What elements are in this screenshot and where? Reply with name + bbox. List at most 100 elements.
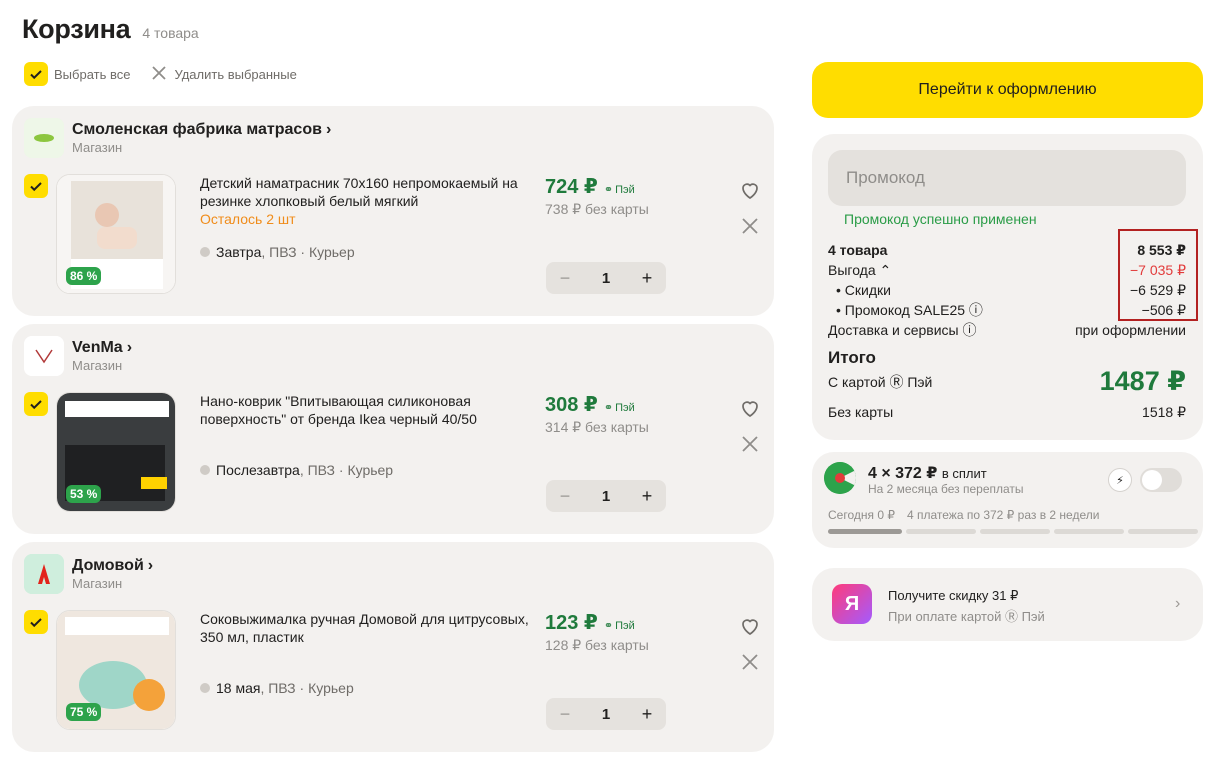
store-card: Домовой › Магазин 75 % Соковыжималка ручн…	[12, 542, 774, 752]
heart-icon[interactable]	[738, 614, 762, 638]
delivery-day: Послезавтра	[216, 462, 300, 478]
decrease-button[interactable]: −	[556, 705, 574, 723]
chevron-right-icon: ›	[126, 339, 133, 356]
highlight-box	[1118, 229, 1198, 321]
store-name-link[interactable]: Домовой ›	[72, 557, 153, 575]
card-discount-banner[interactable]: Я Получите скидку 31 ₽ При оплате картой…	[812, 568, 1203, 641]
store-type: Магазин	[72, 576, 123, 591]
price-without-card: 738 ₽ без карты	[545, 201, 649, 217]
store-name-link[interactable]: VenMa ›	[72, 339, 132, 357]
order-summary: Промокод успешно применен 4 товара 8 553…	[812, 134, 1203, 440]
chevron-right-icon: ›	[325, 121, 332, 138]
delivery-value: при оформлении	[1075, 322, 1186, 338]
store-logo[interactable]	[24, 554, 64, 594]
store-logo[interactable]	[24, 336, 64, 376]
pay-badge: ⚭ Пэй	[603, 183, 635, 197]
total-with-card: 1487 ₽	[1099, 366, 1186, 396]
items-count: 4 товара	[142, 25, 199, 41]
increase-button[interactable]: +	[638, 269, 656, 287]
discount-title: Получите скидку 31 ₽	[888, 588, 1019, 603]
yandex-logo-icon: Я	[832, 584, 872, 624]
quantity-stepper: − 1 +	[546, 262, 666, 294]
split-bar	[906, 529, 976, 534]
heart-icon[interactable]	[738, 396, 762, 420]
split-logo-icon	[824, 462, 856, 494]
title-row: Корзина 4 товара	[22, 14, 199, 45]
checkout-button[interactable]: Перейти к оформлению	[812, 62, 1203, 118]
delete-selected-button[interactable]: Удалить выбранные	[150, 64, 297, 85]
status-dot	[200, 247, 210, 257]
split-bar	[1128, 529, 1198, 534]
product-image[interactable]: 53 %	[56, 392, 176, 512]
split-toggle[interactable]	[1140, 468, 1182, 492]
page-title: Корзина	[22, 14, 131, 44]
split-schedule: Сегодня 0 ₽ 4 платежа по 372 ₽ раз в 2 н…	[828, 508, 1100, 522]
product-name[interactable]: Соковыжималка ручная Домовой для цитрусо…	[200, 610, 540, 646]
remove-item-icon[interactable]	[739, 215, 761, 237]
no-fee-icon: ⚡	[1108, 468, 1132, 492]
discount-subtitle: При оплате картой Ⓡ Пэй	[888, 609, 1045, 624]
pay-card-icon: ⚭	[603, 402, 614, 414]
without-card-row: Без карты 1518 ₽	[828, 404, 1186, 420]
increase-button[interactable]: +	[638, 705, 656, 723]
select-all-button[interactable]: Выбрать все	[24, 62, 130, 86]
remove-item-icon[interactable]	[739, 433, 761, 455]
remove-item-icon[interactable]	[739, 651, 761, 673]
delivery-info: Послезавтра, ПВЗ · Курьер	[200, 462, 393, 478]
product-image[interactable]: 75 %	[56, 610, 176, 730]
pay-badge: ⚭ Пэй	[603, 619, 635, 633]
cart-actions: Выбрать все Удалить выбранные	[24, 62, 297, 86]
store-header: Домовой › Магазин	[24, 554, 153, 594]
with-card-row: С картой Ⓡ Пэй 1487 ₽	[828, 366, 1186, 396]
price-with-card: 724 ₽	[545, 176, 598, 198]
pay-badge: ⚭ Пэй	[603, 401, 635, 415]
checkbox-icon[interactable]	[24, 62, 48, 86]
stock-left: Осталось 2 шт	[200, 211, 296, 227]
heart-icon[interactable]	[738, 178, 762, 202]
item-checkbox[interactable]	[24, 392, 48, 416]
split-progress	[828, 529, 1198, 534]
delivery-day: 18 мая	[216, 680, 261, 696]
rating-badge: 53 %	[66, 485, 102, 503]
store-name-link[interactable]: Смоленская фабрика матрасов ›	[72, 121, 331, 139]
delete-selected-label: Удалить выбранные	[174, 66, 297, 82]
split-title: 4 × 372 ₽ в сплит	[868, 465, 987, 482]
store-logo[interactable]	[24, 118, 64, 158]
item-checkbox[interactable]	[24, 174, 48, 198]
price-with-card: 308 ₽	[545, 394, 598, 416]
promo-code-input[interactable]	[828, 150, 1186, 206]
increase-button[interactable]: +	[638, 487, 656, 505]
rating-badge: 75 %	[66, 703, 102, 721]
status-dot	[200, 683, 210, 693]
store-type: Магазин	[72, 140, 123, 155]
status-dot	[200, 465, 210, 475]
cart-page: Корзина 4 товара Выбрать все Удалить выб…	[0, 0, 1214, 759]
promo-success-message: Промокод успешно применен	[844, 211, 1037, 227]
chevron-right-icon: ›	[147, 557, 154, 574]
pay-card-icon: ⚭	[603, 620, 614, 632]
store-card: Смоленская фабрика матрасов › Магазин 86 …	[12, 106, 774, 316]
delivery-info: 18 мая, ПВЗ · Курьер	[200, 680, 354, 696]
decrease-button[interactable]: −	[556, 487, 574, 505]
product-name[interactable]: Нано-коврик "Впитывающая силиконовая пов…	[200, 392, 540, 428]
pay-card-icon: ⚭	[603, 184, 614, 196]
store-card: VenMa › Магазин 53 % Нано-коврик "Впитыва…	[12, 324, 774, 534]
product-image[interactable]: 86 %	[56, 174, 176, 294]
price-block: 308 ₽ ⚭ Пэй 314 ₽ без карты	[545, 392, 649, 436]
price-without-card: 314 ₽ без карты	[545, 419, 649, 435]
total-label: Итого	[828, 348, 876, 367]
price-block: 724 ₽ ⚭ Пэй 738 ₽ без карты	[545, 174, 649, 218]
split-bar	[980, 529, 1050, 534]
item-checkbox[interactable]	[24, 610, 48, 634]
split-bar	[828, 529, 902, 534]
price-without-card: 128 ₽ без карты	[545, 637, 649, 653]
store-header: VenMa › Магазин	[24, 336, 132, 376]
split-subtitle: На 2 месяца без переплаты	[868, 482, 1024, 496]
decrease-button[interactable]: −	[556, 269, 574, 287]
quantity-value: 1	[601, 705, 611, 723]
product-name[interactable]: Детский наматрасник 70х160 непромокаемый…	[200, 174, 540, 228]
split-bar	[1054, 529, 1124, 534]
quantity-value: 1	[601, 487, 611, 505]
rating-badge: 86 %	[66, 267, 102, 285]
split-payment-card: 4 × 372 ₽ в сплит На 2 месяца без перепл…	[812, 452, 1203, 548]
